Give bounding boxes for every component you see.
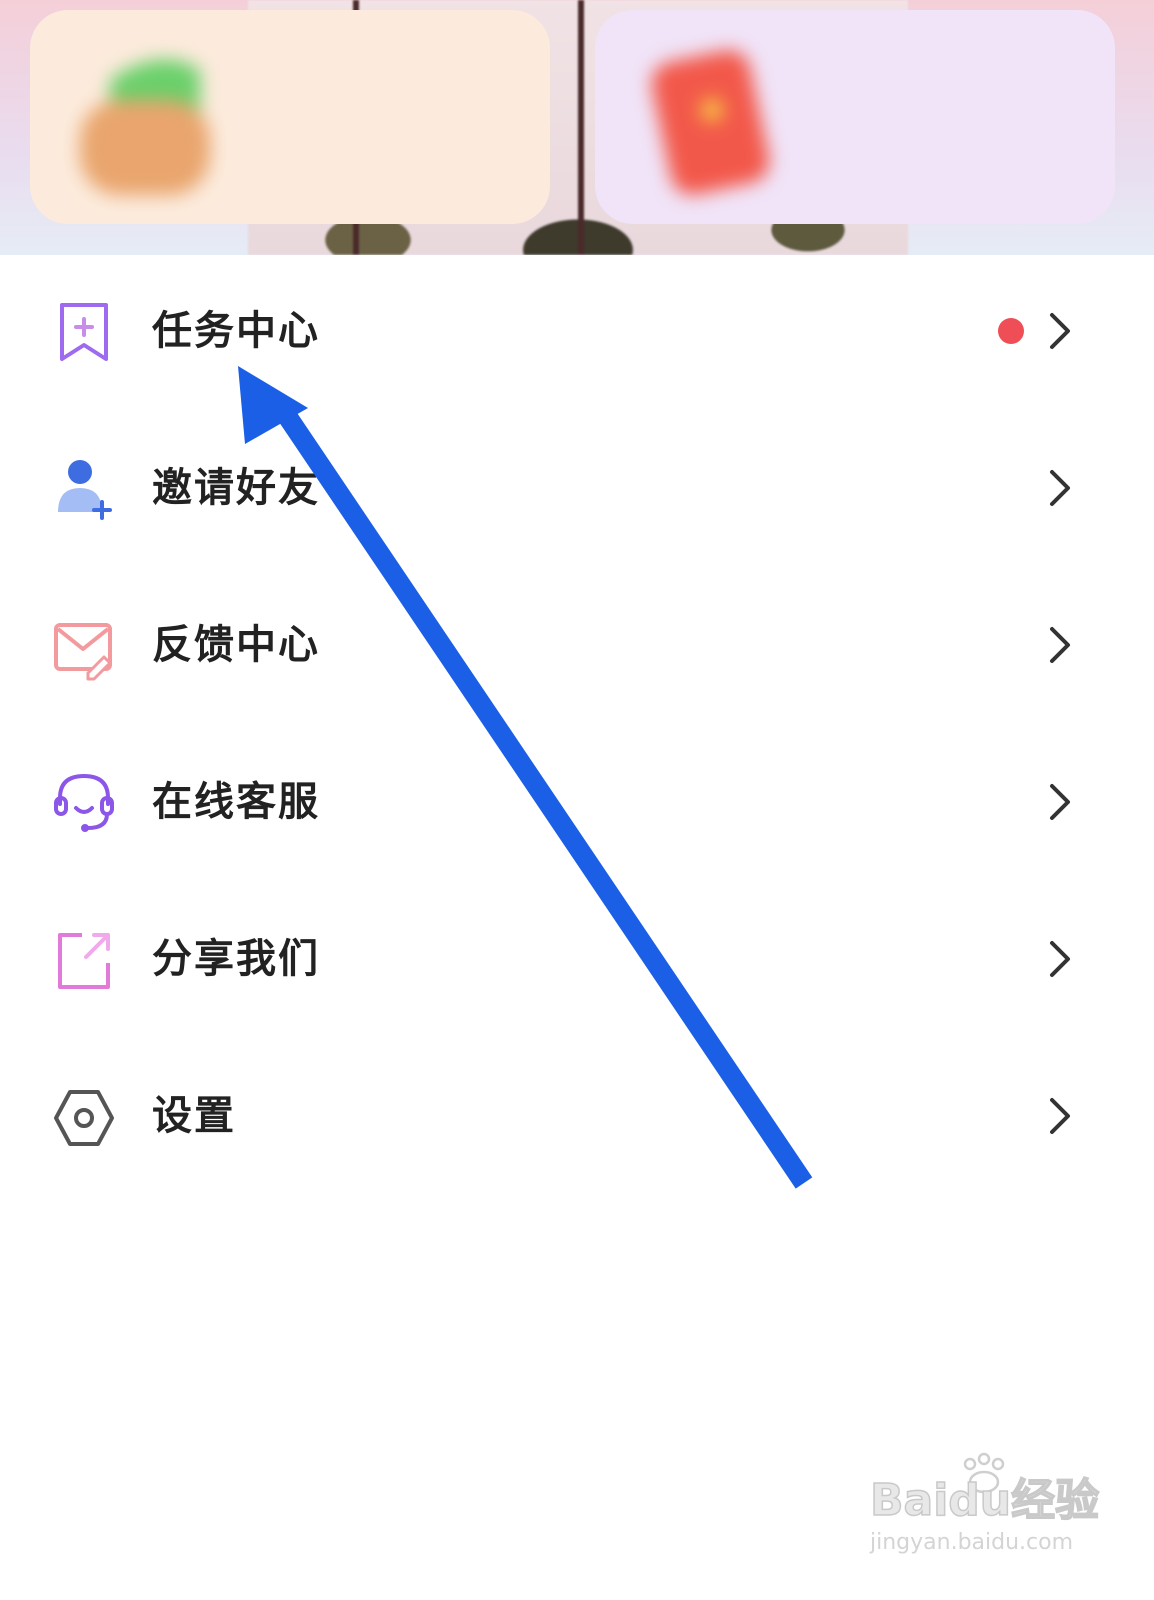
- mail-edit-icon: [54, 623, 112, 681]
- menu-item-online-service[interactable]: 在线客服: [0, 726, 1154, 883]
- menu-item-label: 在线客服: [152, 779, 320, 825]
- watermark-logo: Baidu经验: [869, 1474, 1100, 1527]
- headset-icon: [54, 773, 114, 832]
- menu-item-label: 反馈中心: [152, 622, 320, 668]
- chevron-right-icon: [1050, 470, 1070, 506]
- chevron-right-icon: [1050, 941, 1070, 977]
- bookmark-plus-icon: [60, 303, 108, 361]
- chevron-right-icon: [1050, 313, 1070, 349]
- invite-reward-text: [790, 470, 1022, 508]
- baidu-watermark: Baidu经验 jingyan.baidu.com: [869, 1452, 1120, 1572]
- add-user-icon: [58, 460, 112, 520]
- top-banner: [0, 0, 1154, 255]
- menu-item-settings[interactable]: 设置: [0, 1040, 1154, 1197]
- menu-item-label: 分享我们: [152, 936, 320, 982]
- notification-dot: [998, 318, 1024, 344]
- share-icon: [58, 933, 110, 989]
- chevron-right-icon: [1050, 627, 1070, 663]
- menu-item-invite-friends[interactable]: 邀请好友: [0, 412, 1154, 569]
- chevron-right-icon: [1050, 784, 1070, 820]
- wallet-icon: [80, 59, 210, 195]
- menu-item-label: 邀请好友: [152, 465, 320, 511]
- chevron-right-icon: [1050, 1098, 1070, 1134]
- red-packet-icon: [651, 50, 770, 195]
- settings-hexagon-icon: [54, 1090, 114, 1146]
- menu-item-task-center[interactable]: 任务中心: [0, 255, 1154, 412]
- menu-item-label: 任务中心: [152, 308, 320, 354]
- red-packet-card[interactable]: [595, 10, 1115, 224]
- menu-item-feedback-center[interactable]: 反馈中心: [0, 569, 1154, 726]
- watermark-url: jingyan.baidu.com: [870, 1530, 1074, 1555]
- coin-card[interactable]: [30, 10, 550, 224]
- menu-item-label: 设置: [152, 1093, 236, 1139]
- menu-item-share-us[interactable]: 分享我们: [0, 883, 1154, 1040]
